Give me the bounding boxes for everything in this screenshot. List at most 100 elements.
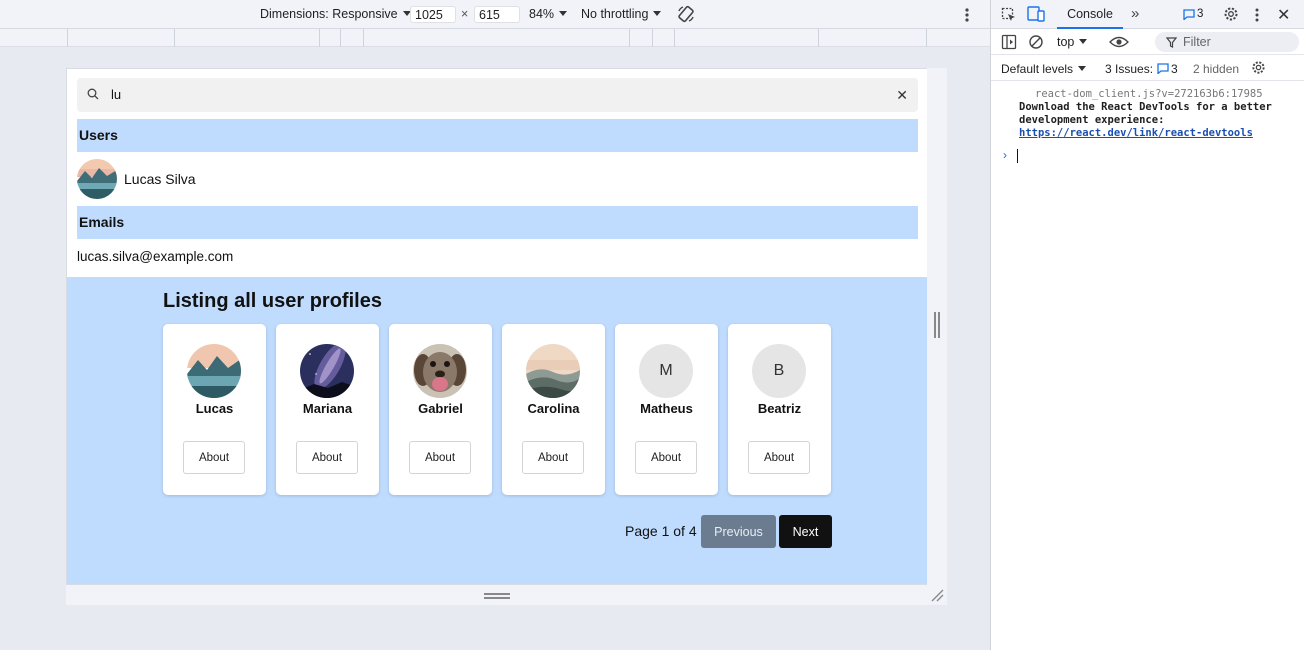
sidebar-toggle-icon[interactable] bbox=[1001, 34, 1017, 50]
context-label: top bbox=[1057, 35, 1075, 49]
ruler-tick bbox=[674, 29, 675, 47]
resize-corner-icon[interactable] bbox=[930, 588, 944, 602]
chevron-down-icon bbox=[1079, 39, 1088, 44]
filter-icon bbox=[1166, 37, 1177, 48]
console-input[interactable] bbox=[1017, 149, 1018, 163]
console-levels-bar: Default levels 3 Issues: 3 2 hidden bbox=[991, 55, 1304, 81]
ruler-tick bbox=[174, 29, 175, 47]
about-button[interactable]: About bbox=[183, 441, 245, 474]
resize-handle-right[interactable] bbox=[934, 312, 940, 338]
dog-photo bbox=[413, 344, 467, 398]
device-toggle-icon[interactable] bbox=[1027, 6, 1045, 22]
levels-dropdown[interactable]: Default levels bbox=[1001, 62, 1087, 76]
search-bar[interactable]: lu ✕ bbox=[77, 78, 918, 112]
avatar bbox=[526, 344, 580, 398]
message-text: Download the React DevTools for a better… bbox=[1019, 101, 1299, 140]
throttling-dropdown[interactable]: No throttling bbox=[581, 7, 662, 21]
message-icon[interactable] bbox=[1157, 63, 1169, 74]
ruler-tick bbox=[629, 29, 630, 47]
ruler-tick bbox=[67, 29, 68, 47]
zoom-dropdown[interactable]: 84% bbox=[529, 7, 568, 21]
issues-label: 3 Issues: bbox=[1105, 62, 1154, 76]
devtools-link[interactable]: https://react.dev/link/react-devtools bbox=[1019, 127, 1253, 139]
close-icon[interactable]: ✕ bbox=[1277, 5, 1290, 25]
milky-way-photo bbox=[300, 344, 354, 398]
chevron-down-icon bbox=[1078, 66, 1087, 71]
message-icon[interactable] bbox=[1183, 9, 1195, 20]
lake-mountains-photo bbox=[77, 159, 117, 199]
about-button[interactable]: About bbox=[296, 441, 358, 474]
clear-console-icon[interactable] bbox=[1028, 34, 1044, 50]
console-toolbar: top Filter bbox=[991, 29, 1304, 55]
resize-handle-bottom[interactable] bbox=[484, 593, 510, 599]
ruler-tick bbox=[926, 29, 927, 47]
email-result[interactable]: lucas.silva@example.com bbox=[77, 249, 233, 264]
profile-name: Mariana bbox=[302, 401, 353, 416]
hidden-count: 2 hidden bbox=[1193, 62, 1240, 76]
tab-console[interactable]: Console bbox=[1057, 0, 1123, 29]
profile-name: Beatriz bbox=[757, 401, 802, 416]
about-button[interactable]: About bbox=[748, 441, 810, 474]
user-name: Lucas Silva bbox=[124, 171, 196, 187]
misty-hills-photo bbox=[526, 344, 580, 398]
chevron-down-icon bbox=[653, 11, 662, 16]
avatar bbox=[413, 344, 467, 398]
next-button[interactable]: Next bbox=[779, 515, 832, 548]
ruler-tick bbox=[363, 29, 364, 47]
height-input[interactable]: 615 bbox=[474, 6, 520, 23]
message-source-link[interactable]: react-dom_client.js?v=272163b6:17985 bbox=[1035, 88, 1263, 100]
users-section-header: Users bbox=[77, 119, 918, 152]
console-prompt-icon: › bbox=[1003, 148, 1007, 162]
search-icon bbox=[87, 88, 99, 100]
gear-icon[interactable] bbox=[1223, 6, 1239, 22]
levels-label: Default levels bbox=[1001, 62, 1074, 76]
more-tabs-icon[interactable]: » bbox=[1131, 5, 1139, 22]
profile-card: Carolina About bbox=[502, 324, 605, 495]
about-button[interactable]: About bbox=[635, 441, 697, 474]
avatar bbox=[187, 344, 241, 398]
search-input[interactable]: lu bbox=[111, 87, 121, 102]
emails-section-header: Emails bbox=[77, 206, 918, 239]
more-options-icon[interactable] bbox=[1253, 7, 1261, 23]
previous-button[interactable]: Previous bbox=[701, 515, 776, 548]
lake-mountains-photo bbox=[187, 344, 241, 398]
close-icon[interactable]: ✕ bbox=[896, 87, 908, 104]
avatar-initial: M bbox=[639, 344, 693, 398]
dimensions-label: Dimensions: Responsive bbox=[260, 7, 398, 21]
dimensions-dropdown[interactable]: Dimensions: Responsive bbox=[260, 7, 411, 21]
listing-title: Listing all user profiles bbox=[163, 290, 382, 312]
profile-card: M Matheus About bbox=[615, 324, 718, 495]
ruler-tick bbox=[319, 29, 320, 47]
width-input[interactable]: 1025 bbox=[410, 6, 456, 23]
profile-card: Lucas About bbox=[163, 324, 266, 495]
profiles-listing: Listing all user profiles Lucas About Ma… bbox=[67, 277, 927, 584]
filter-placeholder: Filter bbox=[1183, 35, 1211, 49]
gear-icon[interactable] bbox=[1251, 60, 1266, 75]
about-button[interactable]: About bbox=[409, 441, 471, 474]
ruler-tick bbox=[340, 29, 341, 47]
throttling-label: No throttling bbox=[581, 7, 649, 21]
about-button[interactable]: About bbox=[522, 441, 584, 474]
chevron-down-icon bbox=[559, 11, 568, 16]
profile-name: Matheus bbox=[640, 401, 693, 416]
filter-input[interactable]: Filter bbox=[1155, 32, 1299, 52]
context-selector[interactable]: top bbox=[1057, 35, 1088, 49]
profile-name: Lucas bbox=[195, 401, 234, 416]
avatar bbox=[77, 159, 117, 199]
issues-count[interactable]: 3 bbox=[1171, 62, 1178, 76]
avatar-initial: B bbox=[752, 344, 806, 398]
rotate-icon[interactable] bbox=[677, 5, 695, 23]
user-result-row[interactable]: Lucas Silva bbox=[77, 159, 577, 199]
device-toolbar: Dimensions: Responsive 1025 × 615 84% No… bbox=[0, 0, 990, 29]
profile-card: Mariana About bbox=[276, 324, 379, 495]
eye-icon[interactable] bbox=[1109, 35, 1129, 49]
issues-badge-count: 3 bbox=[1197, 8, 1204, 20]
profile-name: Gabriel bbox=[418, 401, 463, 416]
page-viewport: lu ✕ Users Lucas Silva Emails lucas.silv… bbox=[66, 68, 927, 585]
page-indicator: Page 1 of 4 bbox=[625, 523, 697, 539]
profile-name: Carolina bbox=[527, 401, 580, 416]
media-query-ruler bbox=[0, 29, 990, 47]
message-body: Download the React DevTools for a better… bbox=[1019, 101, 1272, 126]
more-options-icon[interactable] bbox=[960, 7, 974, 23]
inspect-element-icon[interactable] bbox=[1001, 7, 1017, 23]
